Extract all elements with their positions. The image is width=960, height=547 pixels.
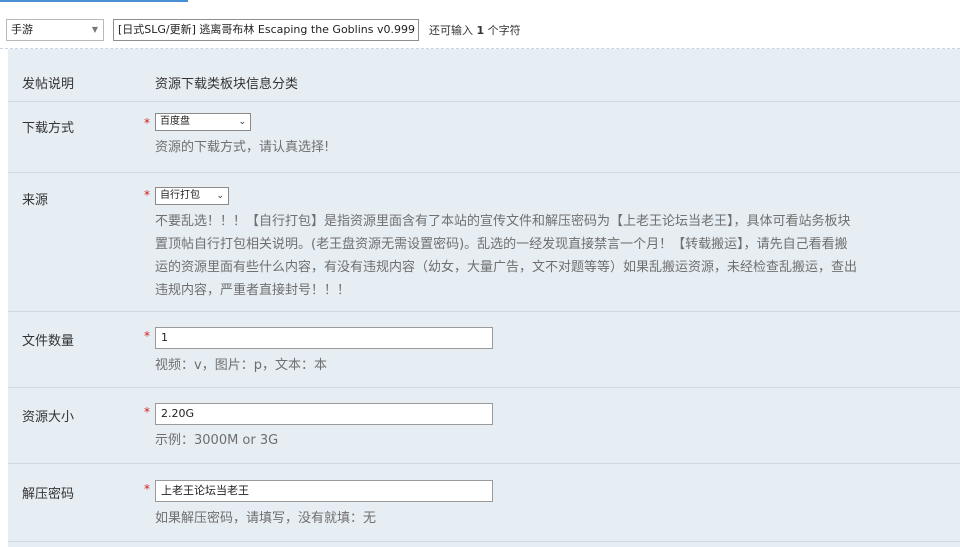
thread-title-input[interactable]: [日式SLG/更新] 逃离哥布林 Escaping the Goblins v0… <box>113 19 419 41</box>
row-divider <box>8 172 960 173</box>
char-hint-count: 1 <box>476 24 485 37</box>
resource-size-hint: 示例：3000M or 3G <box>155 433 279 448</box>
source-hint-line: 运的资源里面有些什么内容，有没有违规内容（幼女，大量广告，文不对题等等）如果乱搬… <box>155 260 858 275</box>
source-selected: 自行打包 <box>160 190 200 201</box>
source-hint-line: 不要乱选！！！【自行打包】是指资源里面含有了本站的宣传文件和解压密码为【上老王论… <box>155 214 851 229</box>
source-hint-line: 违规内容，严重者直接封号！！！ <box>155 283 351 298</box>
download-method-hint: 资源的下载方式，请认真选择! <box>155 140 330 155</box>
unzip-password-hint: 如果解压密码，请填写，没有就填：无 <box>155 511 377 526</box>
category-select-value: 手游 <box>11 23 33 36</box>
file-count-label: 文件数量 <box>22 334 75 349</box>
chevron-down-icon: ⌄ <box>238 117 246 127</box>
char-hint-suffix: 个字符 <box>487 24 521 37</box>
row-divider <box>8 311 960 312</box>
chevron-down-icon: ▼ <box>91 25 98 34</box>
resource-size-input[interactable]: 2.20G <box>155 403 493 425</box>
char-count-hint: 还可输入 1 个字符 <box>429 22 521 38</box>
download-method-select[interactable]: 百度盘 ⌄ <box>155 113 251 131</box>
row-divider <box>8 387 960 388</box>
file-count-hint: 视频：v，图片：p，文本：本 <box>155 358 327 373</box>
row-divider <box>8 463 960 464</box>
required-mark: * <box>144 329 150 343</box>
category-select[interactable]: 手游 ▼ <box>6 19 104 41</box>
row-divider <box>8 541 960 542</box>
file-count-input[interactable]: 1 <box>155 327 493 349</box>
char-hint-prefix: 还可输入 <box>429 24 473 37</box>
chevron-down-icon: ⌄ <box>216 191 224 201</box>
download-method-label: 下载方式 <box>22 121 75 136</box>
source-select[interactable]: 自行打包 ⌄ <box>155 187 229 205</box>
unzip-password-label: 解压密码 <box>22 487 75 502</box>
resource-size-label: 资源大小 <box>22 410 75 425</box>
post-note-value: 资源下载类板块信息分类 <box>155 77 299 92</box>
post-note-label: 发帖说明 <box>22 77 75 92</box>
unzip-password-input[interactable]: 上老王论坛当老王 <box>155 480 493 502</box>
active-tab-indicator <box>0 0 188 2</box>
required-mark: * <box>144 116 150 130</box>
source-hint-line: 置顶帖自行打包相关说明。(老王盘资源无需设置密码)。乱选的一经发现直接禁言一个月… <box>155 237 848 252</box>
title-bar: 手游 ▼ [日式SLG/更新] 逃离哥布林 Escaping the Gobli… <box>0 4 960 48</box>
post-form: 发帖说明 资源下载类板块信息分类 下载方式 * 百度盘 ⌄ 资源的下载方式，请认… <box>8 49 960 547</box>
source-label: 来源 <box>22 193 49 208</box>
row-divider <box>8 101 960 102</box>
required-mark: * <box>144 405 150 419</box>
download-method-selected: 百度盘 <box>160 116 190 127</box>
source-hint: 不要乱选！！！【自行打包】是指资源里面含有了本站的宣传文件和解压密码为【上老王论… <box>155 210 958 302</box>
required-mark: * <box>144 482 150 496</box>
required-mark: * <box>144 188 150 202</box>
